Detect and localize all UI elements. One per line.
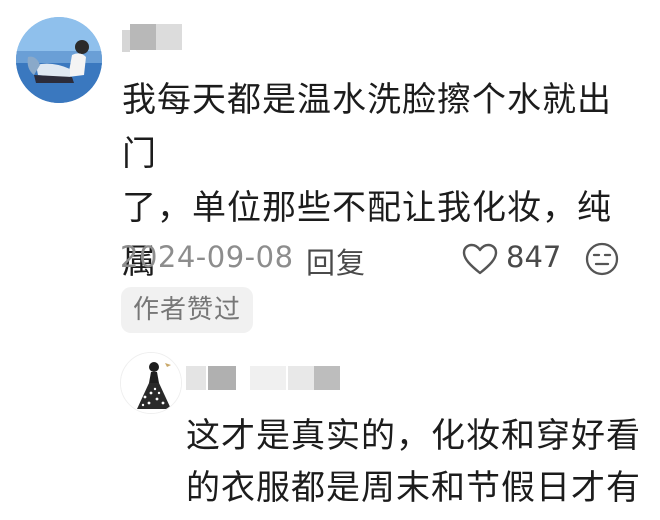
emoji-face-icon[interactable] (584, 241, 620, 277)
comment-date: 2024-09-08 (120, 240, 294, 274)
comment-meta-row: 2024-09-08 回复 847 (120, 240, 640, 280)
username-redacted (122, 30, 130, 52)
replier-name-redacted (250, 366, 286, 390)
replier-name-redacted (288, 366, 314, 390)
reply-button[interactable]: 回复 (306, 240, 366, 282)
replier-name-redacted (208, 366, 236, 390)
replier-name-redacted (186, 366, 206, 390)
username-redacted (156, 24, 182, 50)
replier-avatar[interactable] (120, 352, 182, 414)
replier-name-redacted (314, 366, 340, 390)
reply-text-line: 的衣服都是周末和节假日才有 (186, 468, 641, 508)
reply-text: 这才是真实的，化妆和穿好看 的衣服都是周末和节假日才有 (186, 410, 646, 514)
username-redacted (130, 24, 156, 50)
heart-outline-icon[interactable] (462, 243, 498, 275)
reply-text-line: 这才是真实的，化妆和穿好看 (186, 416, 641, 456)
like-count: 847 (506, 240, 562, 274)
commenter-avatar[interactable] (16, 17, 102, 103)
author-liked-badge: 作者赞过 (121, 287, 254, 333)
comment-text-line: 我每天都是温水洗脸擦个水就出门 (122, 80, 612, 174)
